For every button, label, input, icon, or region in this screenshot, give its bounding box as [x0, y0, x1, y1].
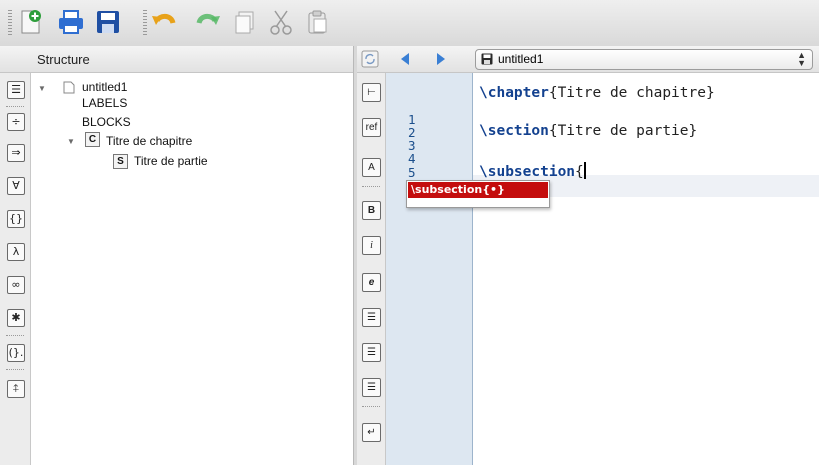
special-symbols-icon[interactable]: ✱ [7, 309, 25, 327]
redo-icon[interactable] [192, 7, 222, 37]
print-icon[interactable] [56, 7, 86, 37]
logic-symbols-icon[interactable]: ∀ [7, 177, 25, 195]
misc-symbols-icon[interactable]: ∞ [7, 276, 25, 294]
outline-icon[interactable]: ☰ [7, 81, 25, 99]
left-right-delimiters-icon[interactable]: (}. [7, 344, 25, 362]
relations-icon[interactable]: ⇒ [7, 144, 25, 162]
autocomplete-popup: \subsection{•} [406, 180, 550, 208]
latex-command: \section [479, 123, 549, 139]
bold-icon[interactable]: B [362, 201, 381, 220]
document-select[interactable]: untitled1 ▲ ▼ [475, 49, 813, 70]
copy-icon[interactable] [230, 7, 260, 37]
font-size-icon[interactable]: A [362, 158, 381, 177]
emphasis-icon[interactable]: e [362, 273, 381, 292]
latex-command: \chapter [479, 85, 549, 101]
code-editor[interactable]: \chapter{Titre de chapitre} \section{Tit… [473, 73, 819, 465]
save-icon[interactable] [93, 7, 123, 37]
paste-icon[interactable] [302, 7, 332, 37]
code-line[interactable]: \subsection{ [479, 162, 586, 180]
tree-root-document[interactable]: untitled1 [82, 80, 127, 94]
operators-icon[interactable]: ÷ [7, 113, 25, 131]
toolbar-separator [6, 369, 24, 371]
structure-side-toolbar: ☰ ÷ ⇒ ∀ {} λ ∞ ✱ (}. ⍏ [0, 73, 31, 465]
editor-side-toolbar: ⊢ ref A B i e ☰ ☰ ☰ ↵ [357, 73, 386, 465]
editor-area: untitled1 ▲ ▼ ⊢ ref A B i e ☰ ☰ ☰ ↵ 1 2 3… [357, 46, 819, 465]
cut-icon[interactable] [266, 7, 296, 37]
align-right-icon[interactable]: ☰ [362, 378, 381, 397]
greek-letters-icon[interactable]: λ [7, 243, 25, 261]
collapse-arrow-icon[interactable]: ▼ [67, 137, 75, 146]
structure-tree: ▼ untitled1 LABELS BLOCKS ▼ C Titre de c… [30, 73, 353, 465]
tree-labels-node[interactable]: LABELS [82, 96, 127, 110]
latex-command: \subsection [479, 164, 576, 180]
editor-header: untitled1 ▲ ▼ [357, 46, 819, 73]
floppy-icon [481, 53, 493, 65]
sync-icon[interactable] [361, 50, 379, 68]
user-symbols-icon[interactable]: ⍏ [7, 380, 25, 398]
toolbar-separator [362, 406, 380, 408]
align-center-icon[interactable]: ☰ [362, 343, 381, 362]
italic-icon[interactable]: i [362, 236, 381, 255]
align-left-icon[interactable]: ☰ [362, 308, 381, 327]
include-icon[interactable]: ⊢ [362, 83, 381, 102]
toolbar-separator [362, 186, 380, 188]
main-toolbar [0, 0, 819, 47]
delimiters-icon[interactable]: {} [7, 210, 25, 228]
next-document-icon[interactable] [435, 52, 447, 66]
tree-chapter-node[interactable]: Titre de chapitre [106, 134, 192, 148]
latex-argument: { [575, 164, 584, 180]
latex-argument: {Titre de chapitre} [548, 85, 715, 101]
toolbar-separator [6, 335, 24, 337]
line-number: 4 [408, 151, 416, 166]
code-line[interactable]: \section{Titre de partie} [479, 123, 697, 139]
tree-blocks-node[interactable]: BLOCKS [82, 115, 131, 129]
collapse-arrow-icon[interactable]: ▼ [38, 84, 46, 93]
previous-document-icon[interactable] [399, 52, 411, 66]
document-select-value: untitled1 [498, 52, 544, 66]
line-number: 5 [408, 165, 416, 180]
reference-icon[interactable]: ref [362, 118, 381, 137]
line-number-gutter: 1 2 3 4 5 [386, 73, 473, 465]
structure-panel: Structure ☰ ÷ ⇒ ∀ {} λ ∞ ✱ (}. ⍏ ▼ untit… [0, 46, 353, 465]
autocomplete-item[interactable]: \subsection{•} [408, 182, 548, 198]
new-line-icon[interactable]: ↵ [362, 423, 381, 442]
code-line[interactable]: \chapter{Titre de chapitre} [479, 85, 715, 101]
structure-title: Structure [37, 52, 90, 67]
select-arrows-icon: ▲ ▼ [797, 50, 806, 68]
chapter-badge: C [85, 132, 100, 147]
section-badge: S [113, 154, 128, 169]
toolbar-separator [6, 106, 24, 108]
document-icon [63, 81, 75, 94]
tree-section-node[interactable]: Titre de partie [134, 154, 208, 168]
toolbar-grip[interactable] [143, 10, 147, 36]
latex-argument: {Titre de partie} [548, 123, 698, 139]
structure-header: Structure [0, 46, 353, 73]
toolbar-grip[interactable] [8, 10, 12, 36]
new-document-icon[interactable] [16, 7, 46, 37]
text-cursor [583, 162, 586, 179]
undo-icon[interactable] [150, 7, 180, 37]
